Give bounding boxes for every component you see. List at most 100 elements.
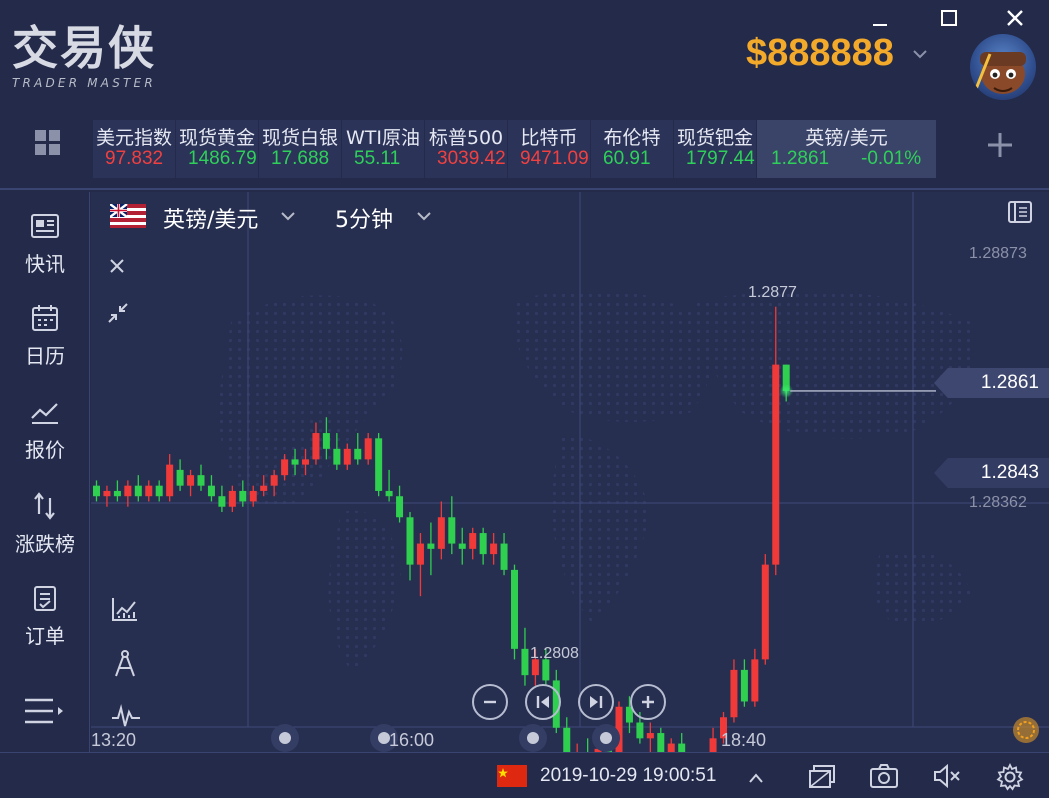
indicator-icon[interactable] xyxy=(111,596,139,626)
panel-collapse-icon[interactable] xyxy=(1007,200,1033,228)
candle-body[interactable] xyxy=(563,727,571,752)
candle-body[interactable] xyxy=(437,517,445,549)
candle-body[interactable] xyxy=(270,475,278,486)
uk-flag-icon xyxy=(109,203,146,228)
candle-body[interactable] xyxy=(730,669,738,718)
candle-body[interactable] xyxy=(302,459,309,465)
mute-icon[interactable] xyxy=(932,763,962,793)
candle-body[interactable] xyxy=(678,743,686,752)
candle-body[interactable] xyxy=(448,517,456,544)
candle-body[interactable] xyxy=(322,433,330,449)
sidebar-item-ranking[interactable]: 涨跌榜 xyxy=(0,490,90,557)
sidebar-item-calendar[interactable]: 日历 xyxy=(0,304,90,369)
candle-body[interactable] xyxy=(343,448,351,465)
waveform-icon[interactable] xyxy=(111,704,141,732)
candle-body[interactable] xyxy=(93,485,100,497)
ticker-item[interactable]: 美元指数 97.832 xyxy=(92,120,175,178)
candle-body[interactable] xyxy=(406,517,414,565)
candle-body[interactable] xyxy=(113,490,121,497)
candle-body[interactable] xyxy=(458,543,466,549)
chevron-down-icon[interactable] xyxy=(281,206,295,225)
ticker-item[interactable]: 布伦特 60.91 xyxy=(590,120,673,178)
chart-panel[interactable]: 英镑/美元 5分钟 1.28873 1.28362 1.2877 1.2808 … xyxy=(91,192,1049,752)
candle-body[interactable] xyxy=(134,485,142,497)
candle-body[interactable] xyxy=(636,722,644,739)
candle-body[interactable] xyxy=(521,648,529,676)
candle-body[interactable] xyxy=(187,475,195,486)
candle-body[interactable] xyxy=(364,438,372,460)
candle-body[interactable] xyxy=(260,485,268,491)
candle-body[interactable] xyxy=(396,496,404,518)
step-back-button[interactable] xyxy=(525,684,561,720)
candle-body[interactable] xyxy=(751,659,759,702)
drawing-tool-icon[interactable] xyxy=(113,648,137,682)
minimize-button[interactable] xyxy=(868,8,892,30)
candle-body[interactable] xyxy=(511,569,518,649)
sidebar-menu-button[interactable] xyxy=(0,696,90,726)
shrink-icon[interactable] xyxy=(107,302,129,328)
layers-icon[interactable] xyxy=(808,763,836,793)
candle-body[interactable] xyxy=(657,733,665,752)
candle-body[interactable] xyxy=(772,364,780,565)
candle-body[interactable] xyxy=(207,485,215,497)
zoom-in-button[interactable] xyxy=(630,684,666,720)
candle-body[interactable] xyxy=(385,490,393,497)
zoom-out-button[interactable] xyxy=(472,684,508,720)
candle-body[interactable] xyxy=(427,543,435,549)
ticker-item[interactable]: 比特币 9471.09 xyxy=(507,120,590,178)
sidebar-item-quote[interactable]: 报价 xyxy=(0,398,90,463)
settings-gear-icon[interactable] xyxy=(996,762,1024,795)
candle-body[interactable] xyxy=(469,533,477,549)
camera-icon[interactable] xyxy=(869,763,899,793)
candle-body[interactable] xyxy=(176,469,184,486)
candle-body[interactable] xyxy=(291,459,299,465)
maximize-button[interactable] xyxy=(937,8,961,30)
close-icon[interactable] xyxy=(109,258,125,278)
add-ticker-button[interactable] xyxy=(985,130,1015,167)
candle-body[interactable] xyxy=(646,733,654,739)
candle-body[interactable] xyxy=(281,459,289,476)
ticker-item[interactable]: WTI原油 55.11 xyxy=(341,120,424,178)
symbol-selector[interactable]: 英镑/美元 xyxy=(163,202,258,234)
grid-menu-icon[interactable] xyxy=(34,129,62,157)
close-button[interactable] xyxy=(1003,8,1027,30)
sidebar-item-order[interactable]: 订单 xyxy=(0,584,90,649)
candle-body[interactable] xyxy=(103,490,111,497)
ticker-item[interactable]: 现货白银 17.688 xyxy=(258,120,341,178)
candlestick-chart[interactable] xyxy=(91,192,1049,752)
ticker-item-active[interactable]: 英镑/美元 1.2861 -0.01% xyxy=(756,120,936,178)
chevron-up-icon[interactable] xyxy=(748,769,764,788)
candle-body[interactable] xyxy=(490,543,498,555)
candle-body[interactable] xyxy=(500,543,508,570)
period-selector[interactable]: 5分钟 xyxy=(335,202,393,234)
chevron-down-icon[interactable] xyxy=(417,206,431,225)
marker-price-tag[interactable]: 1.2843 xyxy=(934,458,1049,488)
candle-body[interactable] xyxy=(761,564,769,660)
candle-body[interactable] xyxy=(218,496,226,507)
ticker-item[interactable]: 现货黄金 1486.79 xyxy=(175,120,258,178)
candle-body[interactable] xyxy=(197,475,205,486)
candle-body[interactable] xyxy=(354,448,362,460)
chevron-down-icon[interactable] xyxy=(913,44,927,63)
candle-body[interactable] xyxy=(667,743,675,752)
candle-body[interactable] xyxy=(166,464,174,497)
user-avatar[interactable] xyxy=(970,34,1036,100)
candle-body[interactable] xyxy=(416,543,424,565)
candle-body[interactable] xyxy=(239,490,247,502)
candle-body[interactable] xyxy=(740,669,748,702)
candle-body[interactable] xyxy=(249,490,257,502)
candle-body[interactable] xyxy=(228,490,236,507)
candle-body[interactable] xyxy=(145,485,153,497)
account-balance[interactable]: $888888 xyxy=(746,32,894,75)
ticker-item[interactable]: 标普500 3039.42 xyxy=(424,120,507,178)
step-forward-button[interactable] xyxy=(578,684,614,720)
candle-body[interactable] xyxy=(709,738,717,752)
candle-body[interactable] xyxy=(155,485,163,497)
sidebar-item-news[interactable]: 快讯 xyxy=(0,212,90,277)
candle-body[interactable] xyxy=(333,448,341,465)
candle-body[interactable] xyxy=(375,438,383,491)
candle-body[interactable] xyxy=(312,433,320,460)
ticker-item[interactable]: 现货钯金 1797.44 xyxy=(673,120,756,178)
candle-body[interactable] xyxy=(479,533,487,555)
candle-body[interactable] xyxy=(124,485,132,497)
